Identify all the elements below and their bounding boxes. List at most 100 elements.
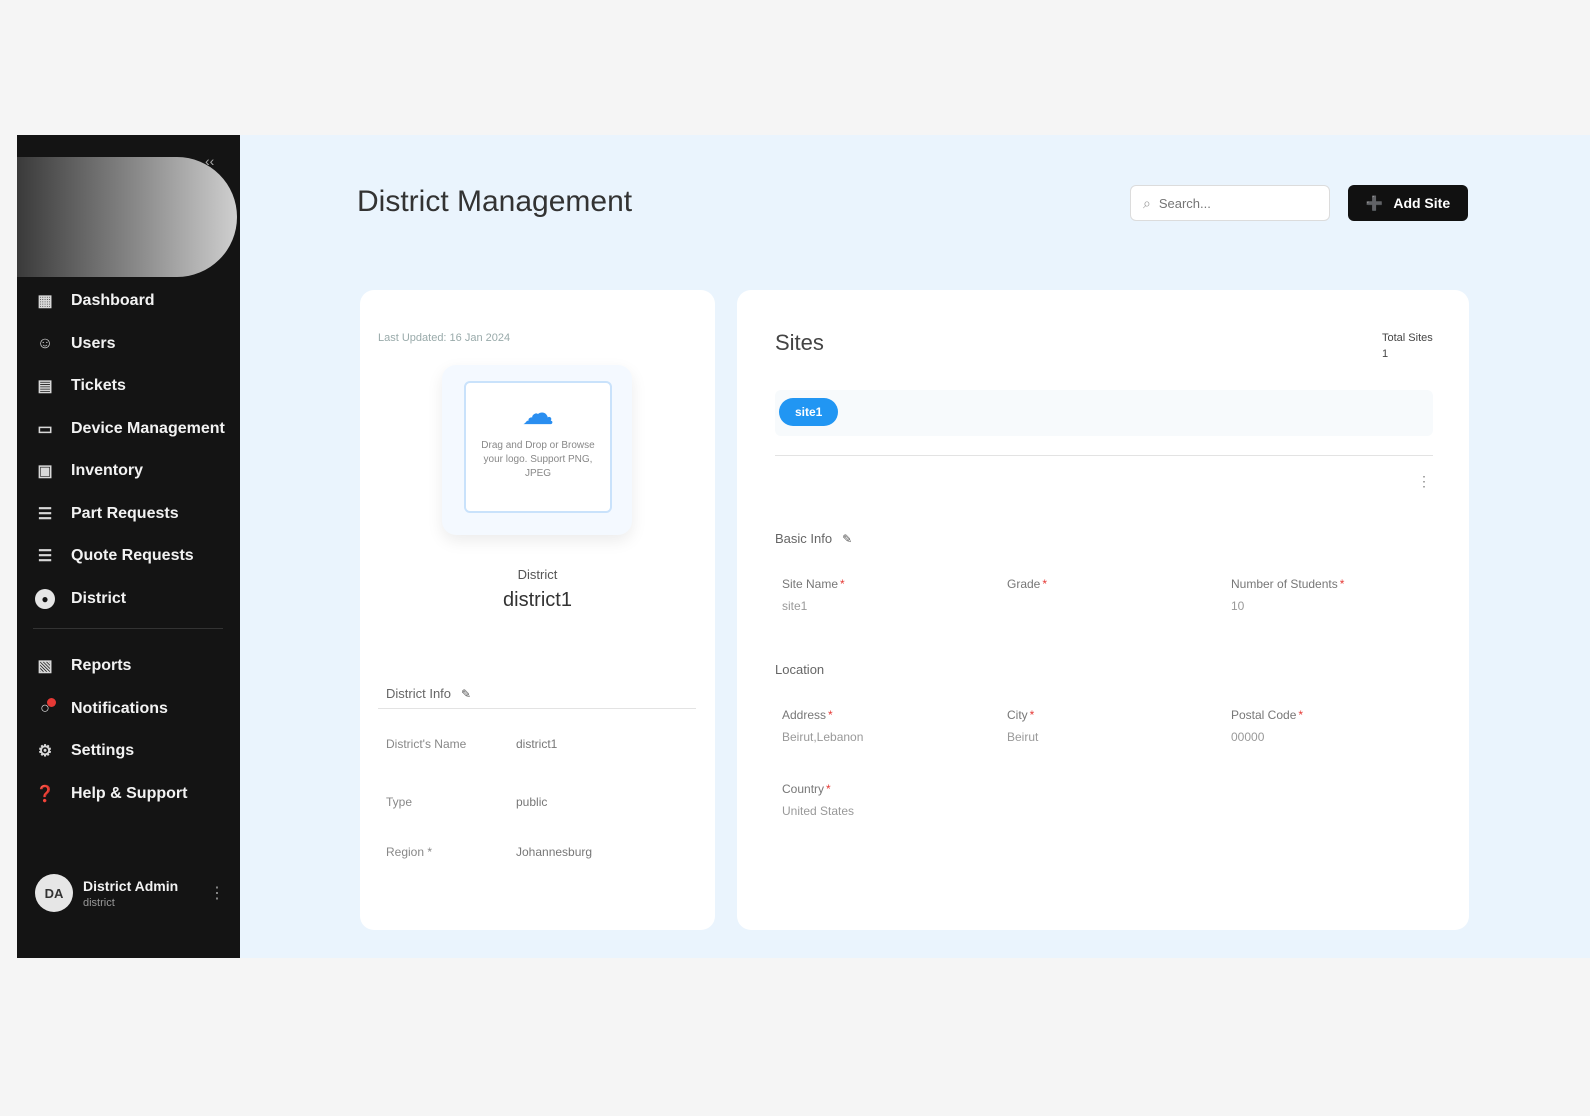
basic-info-title: Basic Info — [775, 531, 833, 546]
collapse-sidebar-icon[interactable]: ‹‹ — [205, 153, 214, 169]
field-label: Address — [782, 708, 827, 722]
notification-badge — [46, 698, 56, 708]
basic-info-header: Basic Info ✎ — [775, 531, 852, 546]
field-grade: Grade * — [1007, 577, 1047, 599]
field-label: Country — [782, 782, 825, 796]
field-value: site1 — [782, 599, 808, 613]
info-key: Type — [386, 795, 413, 809]
info-key: District's Name — [386, 737, 467, 751]
field-label: Number of Students — [1231, 577, 1338, 591]
field-label: City — [1007, 708, 1028, 722]
info-value: Johannesburg — [516, 845, 593, 859]
plus-icon: ➕ — [1365, 194, 1384, 211]
sidebar-item-help[interactable]: ❓ Help & Support — [33, 773, 233, 816]
sidebar-item-inventory[interactable]: ▣ Inventory — [33, 450, 233, 493]
section-divider — [775, 455, 1433, 456]
sidebar-item-notifications[interactable]: ○ Notifications — [33, 688, 233, 731]
site-chip-bar: site1 — [775, 390, 1433, 436]
field-value: 10 — [1231, 599, 1245, 613]
info-row: Region * Johannesburg — [386, 845, 592, 859]
district-info-title: District Info — [386, 686, 452, 701]
sidebar-item-district[interactable]: ● District — [33, 578, 233, 621]
page-title: District Management — [357, 185, 633, 218]
info-row: District's Name district1 — [386, 737, 557, 751]
logo-dropzone[interactable]: ☁ Drag and Drop or Browse your logo. Sup… — [464, 381, 612, 513]
sidebar-item-device-management[interactable]: ▭ Device Management — [33, 408, 233, 451]
search-input[interactable] — [1158, 195, 1309, 211]
sidebar-item-label: Reports — [71, 657, 132, 675]
field-value: 00000 — [1231, 730, 1265, 744]
inventory-icon: ▣ — [37, 463, 53, 481]
district-name: district1 — [503, 589, 572, 611]
more-vertical-icon[interactable]: ⋮ — [209, 883, 225, 903]
user-role: district — [83, 896, 115, 909]
reports-icon: ▧ — [37, 658, 53, 676]
field-address: Address * Beirut,Lebanon — [782, 708, 863, 744]
field-label: Site Name — [782, 577, 839, 591]
field-number-of-students: Number of Students * 10 — [1231, 577, 1344, 613]
cloud-upload-icon: ☁ — [522, 395, 554, 431]
field-value: United States — [782, 804, 855, 818]
info-value: public — [516, 795, 548, 809]
site-chip[interactable]: site1 — [779, 398, 839, 426]
field-postal-code: Postal Code * 00000 — [1231, 708, 1303, 744]
section-divider — [378, 708, 696, 709]
upload-hint: Drag and Drop or Browse your logo. Suppo… — [481, 440, 595, 479]
add-site-button[interactable]: ➕ Add Site — [1348, 185, 1468, 221]
sidebar-nav: ▦ Dashboard ☺ Users ▤ Tickets ▭ Device M… — [33, 280, 233, 815]
cart-icon: ☰ — [37, 548, 53, 566]
required-marker: * — [840, 577, 845, 591]
more-vertical-icon[interactable]: ⋮ — [1417, 473, 1431, 490]
sidebar-item-label: Inventory — [71, 462, 144, 480]
field-city: City * Beirut — [1007, 708, 1038, 744]
district-info-header: District Info ✎ — [386, 686, 471, 701]
required-marker: * — [1029, 708, 1035, 722]
sites-card: Sites Total Sites 1 site1 ⋮ Basic Info ✎… — [737, 290, 1469, 930]
logo-upload-area[interactable]: ☁ Drag and Drop or Browse your logo. Sup… — [442, 365, 632, 535]
help-icon: ❓ — [35, 785, 55, 803]
search-box[interactable]: ⌕ — [1130, 185, 1330, 221]
cart-icon: ☰ — [37, 505, 53, 523]
add-site-label: Add Site — [1393, 195, 1451, 211]
user-profile[interactable]: DA District Admin district ⋮ — [35, 871, 225, 915]
info-value: district1 — [516, 737, 558, 751]
users-icon: ☺ — [36, 334, 54, 352]
info-row: Type public — [386, 795, 547, 809]
sidebar-item-label: Help & Support — [71, 784, 188, 802]
sidebar-item-reports[interactable]: ▧ Reports — [33, 645, 233, 688]
total-sites-label: Total Sites — [1382, 332, 1433, 344]
required-marker: * — [826, 782, 831, 796]
required-marker: * — [1042, 577, 1048, 591]
search-icon: ⌕ — [1143, 194, 1151, 211]
district-label: District — [517, 567, 558, 582]
last-updated: Last Updated: 16 Jan 2024 — [378, 332, 511, 344]
required-marker: * — [1339, 577, 1345, 591]
sidebar-item-label: Quote Requests — [71, 547, 194, 565]
sidebar-item-settings[interactable]: ⚙ Settings — [33, 730, 233, 773]
field-country: Country * United States — [782, 782, 854, 818]
main-content: District Management ⌕ ➕ Add Site Last Up… — [240, 135, 1590, 958]
sidebar-item-tickets[interactable]: ▤ Tickets — [33, 365, 233, 408]
edit-icon[interactable]: ✎ — [461, 687, 471, 701]
sites-title: Sites — [775, 330, 824, 355]
edit-icon[interactable]: ✎ — [842, 532, 852, 546]
nav-divider — [33, 628, 223, 629]
sidebar-item-part-requests[interactable]: ☰ Part Requests — [33, 493, 233, 536]
gear-icon: ⚙ — [37, 743, 53, 761]
sidebar-item-quote-requests[interactable]: ☰ Quote Requests — [33, 535, 233, 578]
ticket-icon: ▤ — [37, 378, 53, 396]
sidebar-item-users[interactable]: ☺ Users — [33, 323, 233, 366]
field-label: Postal Code — [1231, 708, 1297, 722]
user-name: District Admin — [83, 877, 179, 894]
sidebar-item-dashboard[interactable]: ▦ Dashboard — [33, 280, 233, 323]
globe-icon: ● — [35, 588, 55, 609]
field-value: Beirut,Lebanon — [782, 730, 864, 744]
total-sites: Total Sites 1 — [1382, 330, 1433, 362]
field-site-name: Site Name * site1 — [782, 577, 845, 613]
app-window: ‹‹ ▦ Dashboard ☺ Users ▤ Tickets ▭ Devic… — [17, 135, 1590, 958]
location-title: Location — [775, 662, 825, 677]
sidebar-item-label: Notifications — [71, 699, 168, 717]
sidebar: ‹‹ ▦ Dashboard ☺ Users ▤ Tickets ▭ Devic… — [17, 135, 240, 958]
bell-icon: ○ — [33, 697, 57, 721]
required-marker: * — [1298, 708, 1304, 722]
